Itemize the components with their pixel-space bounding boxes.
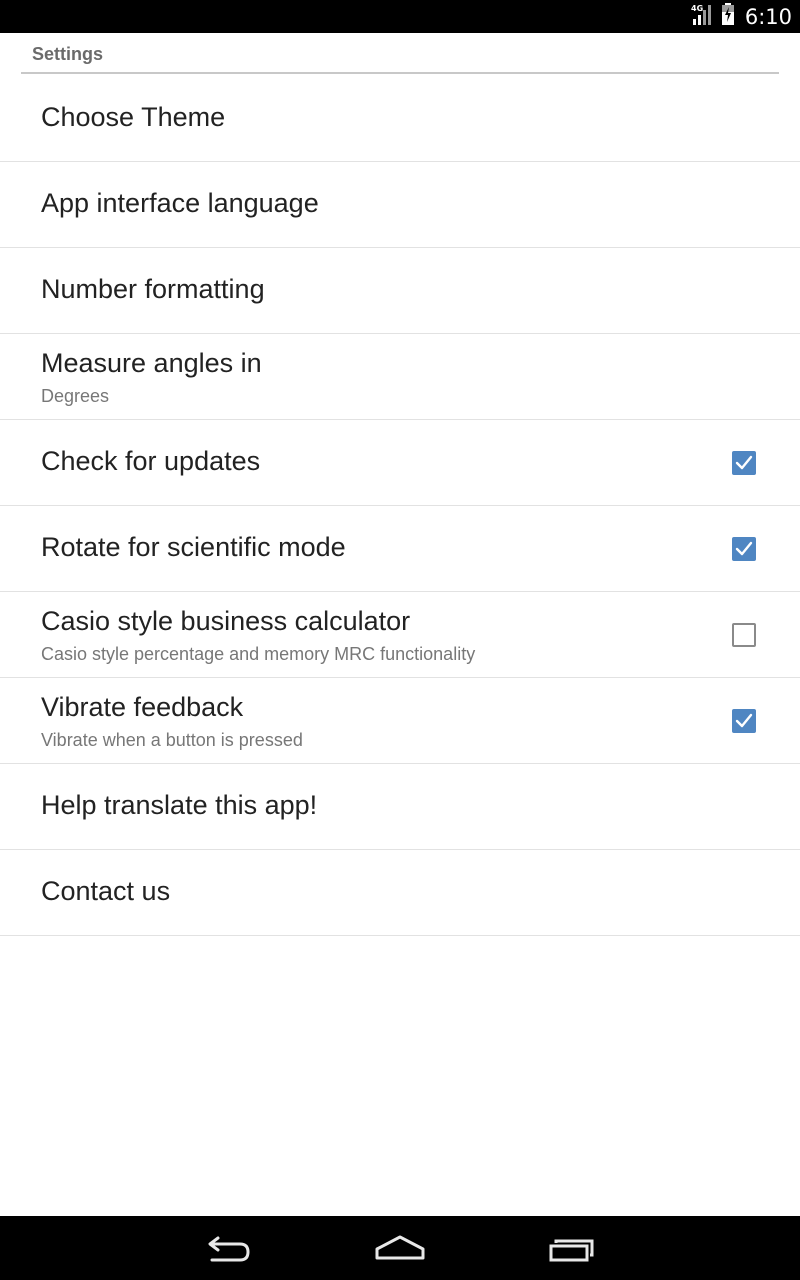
home-icon: [375, 1235, 425, 1260]
pref-contact-us[interactable]: Contact us: [0, 850, 800, 936]
checkmark-icon: [735, 455, 753, 470]
pref-measure-angles[interactable]: Measure angles in Degrees: [0, 334, 800, 420]
vibrate-feedback-checkbox[interactable]: [732, 709, 756, 733]
back-icon: [208, 1236, 250, 1262]
pref-title: Contact us: [41, 876, 171, 906]
rotate-scientific-checkbox[interactable]: [732, 537, 756, 561]
pref-summary: Vibrate when a button is pressed: [41, 730, 303, 750]
status-time: 6:10: [744, 4, 792, 29]
settings-screen: 4G 6:10 Settings Choose Theme App interf…: [0, 0, 800, 1280]
pref-choose-theme[interactable]: Choose Theme: [0, 76, 800, 162]
pref-summary: Degrees: [41, 386, 110, 406]
checkmark-icon: [735, 541, 753, 556]
check-for-updates-checkbox[interactable]: [732, 451, 756, 475]
pref-summary: Casio style percentage and memory MRC fu…: [41, 644, 476, 664]
settings-header: Settings: [21, 33, 779, 74]
recent-apps-icon: [549, 1239, 594, 1262]
pref-check-for-updates[interactable]: Check for updates: [0, 420, 800, 506]
pref-app-interface-language[interactable]: App interface language: [0, 162, 800, 248]
signal-icon: 4G: [691, 2, 715, 31]
status-icons: 4G 6:10: [691, 0, 792, 33]
back-button[interactable]: [190, 1216, 270, 1280]
pref-title: Casio style business calculator: [41, 606, 411, 636]
pref-rotate-scientific[interactable]: Rotate for scientific mode: [0, 506, 800, 592]
pref-title: Measure angles in: [41, 348, 262, 378]
network-type-label: 4G: [691, 4, 703, 13]
pref-title: Check for updates: [41, 446, 261, 476]
recent-apps-button[interactable]: [530, 1216, 610, 1280]
pref-casio-business-calculator[interactable]: Casio style business calculator Casio st…: [0, 592, 800, 678]
battery-icon: [721, 2, 735, 31]
navigation-bar: [0, 1216, 800, 1280]
preferences-list: Choose Theme App interface language Numb…: [0, 76, 800, 936]
pref-title: Choose Theme: [41, 102, 226, 132]
home-button[interactable]: [360, 1216, 440, 1280]
pref-title: Vibrate feedback: [41, 692, 244, 722]
pref-title: Rotate for scientific mode: [41, 532, 346, 562]
status-bar: 4G 6:10: [0, 0, 800, 33]
pref-title: App interface language: [41, 188, 319, 218]
pref-title: Number formatting: [41, 274, 265, 304]
casio-style-checkbox[interactable]: [732, 623, 756, 647]
page-title: Settings: [32, 44, 104, 64]
pref-vibrate-feedback[interactable]: Vibrate feedback Vibrate when a button i…: [0, 678, 800, 764]
pref-number-formatting[interactable]: Number formatting: [0, 248, 800, 334]
pref-title: Help translate this app!: [41, 790, 318, 820]
checkmark-icon: [735, 713, 753, 728]
pref-help-translate[interactable]: Help translate this app!: [0, 764, 800, 850]
